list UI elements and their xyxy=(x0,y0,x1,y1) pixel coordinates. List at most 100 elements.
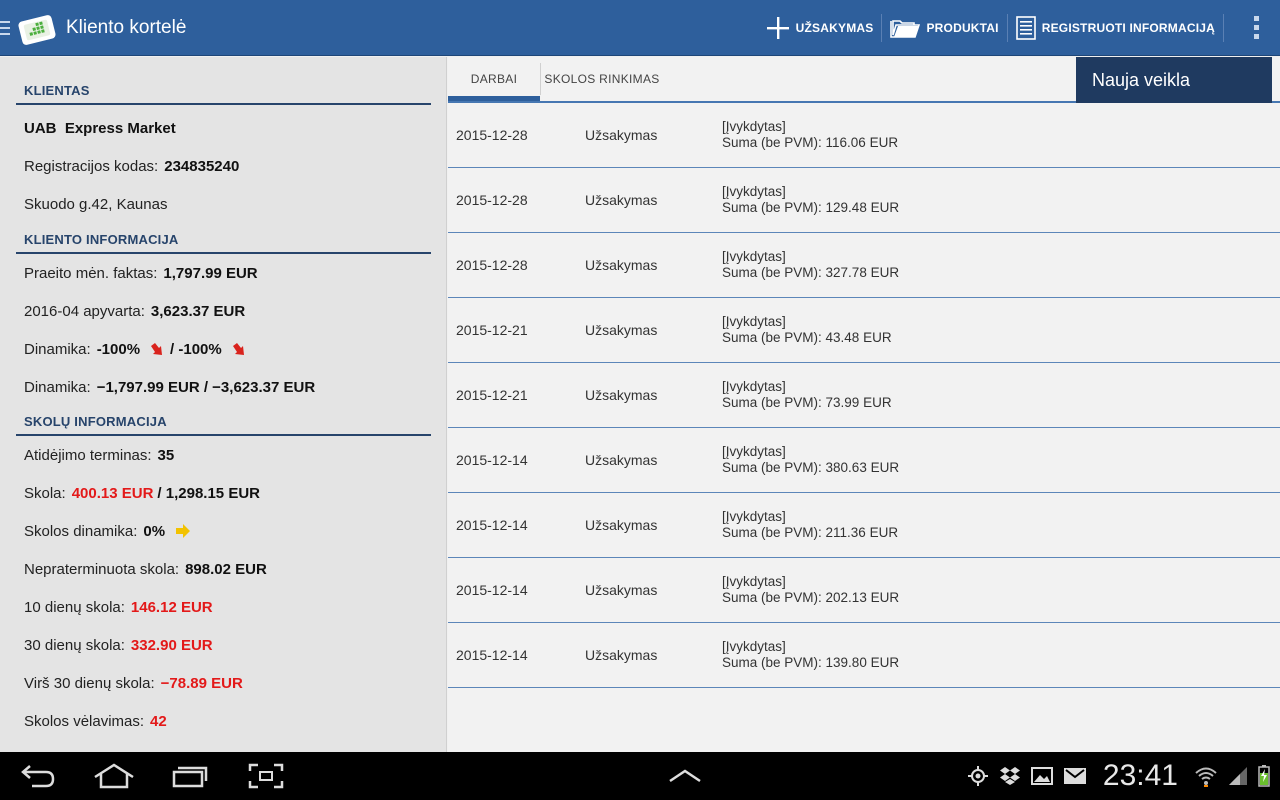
debt-value-overdue: 400.13 EUR xyxy=(71,484,154,502)
back-button[interactable] xyxy=(0,752,76,800)
debt-30-days-label: 30 dienų skola: xyxy=(24,636,125,654)
activity-row[interactable]: 2015-12-14 Užsakymas [Įvykdytas] Suma (be P… xyxy=(448,558,1280,623)
activity-date: 2015-12-28 xyxy=(456,257,528,273)
activity-list: 2015-12-28 Užsakymas [Įvykdytas] Suma (be P… xyxy=(448,103,1280,688)
system-bar: 23:41 xyxy=(0,752,1280,800)
activity-date: 2015-12-28 xyxy=(456,127,528,143)
debt-delay-label: Skolos vėlavimas: xyxy=(24,712,145,730)
client-name: UAB Express Market xyxy=(0,109,446,147)
debt-delay-row: Skolos vėlavimas: 42 xyxy=(0,702,446,740)
activity-row[interactable]: 2015-12-14 Užsakymas [Įvykdytas] Suma (be P… xyxy=(448,493,1280,558)
overflow-menu-icon[interactable] xyxy=(1232,0,1280,55)
home-button[interactable] xyxy=(76,752,152,800)
arrow-down-red-icon xyxy=(151,343,163,355)
activity-description: [Įvykdytas] Suma (be PVM): 116.06 EUR xyxy=(722,119,898,151)
clock: 23:41 xyxy=(1102,759,1178,792)
home-icon xyxy=(94,763,134,789)
last-month-row: Praeito mėn. faktas: 1,797.99 EUR xyxy=(0,254,446,292)
order-button-label: UŽSAKYMAS xyxy=(795,20,874,35)
unexpired-debt-label: Nepraterminuota skola: xyxy=(24,560,180,578)
activity-row[interactable]: 2015-12-14 Užsakymas [Įvykdytas] Suma (be P… xyxy=(448,428,1280,493)
drawer-icon[interactable] xyxy=(0,18,12,38)
activity-row[interactable]: 2015-12-28 Užsakymas [Įvykdytas] Suma (be P… xyxy=(448,103,1280,168)
activity-status: [Įvykdytas] xyxy=(722,249,786,264)
folder-icon xyxy=(890,19,921,38)
debt-value-total: / 1,298.15 EUR xyxy=(157,484,260,502)
new-activity-menu-item[interactable]: Nauja veikla xyxy=(1076,57,1272,103)
up-chevron-button[interactable] xyxy=(647,752,723,800)
client-name-value: UAB Express Market xyxy=(24,119,176,137)
tab-debt-collection[interactable]: SKOLOS RINKIMAS xyxy=(541,57,663,101)
activity-type: Užsakymas xyxy=(585,517,658,533)
register-info-button[interactable]: REGISTRUOTI INFORMACIJĄ xyxy=(1008,0,1223,55)
app-title: Kliento kortelė xyxy=(66,16,187,38)
debt-label: Skola: xyxy=(24,484,66,502)
activity-date: 2015-12-14 xyxy=(456,452,528,468)
activity-description: [Įvykdytas] Suma (be PVM): 43.48 EUR xyxy=(722,314,892,346)
tab-works[interactable]: DARBAI xyxy=(448,57,540,101)
activity-sum: Suma (be PVM): 129.48 EUR xyxy=(722,200,900,215)
activity-row[interactable]: 2015-12-21 Užsakymas [Įvykdytas] Suma (be P… xyxy=(448,298,1280,363)
recent-apps-button[interactable] xyxy=(152,752,228,800)
activity-type: Užsakymas xyxy=(585,257,658,273)
activity-type: Užsakymas xyxy=(585,192,658,208)
last-month-value: 1,797.99 EUR xyxy=(163,264,258,282)
debt-30-days-value: 332.90 EUR xyxy=(130,636,213,654)
reg-code-value: 234835240 xyxy=(164,157,240,175)
activity-status: [Įvykdytas] xyxy=(722,379,786,394)
products-button[interactable]: PRODUKTAI xyxy=(882,0,1006,55)
products-button-label: PRODUKTAI xyxy=(926,20,999,35)
activity-description: [Įvykdytas] Suma (be PVM): 139.80 EUR xyxy=(722,639,899,671)
debt-dynamics-value: 0% xyxy=(143,522,166,540)
client-details-pane: KLIENTAS UAB Express Market Registracijo… xyxy=(0,57,447,752)
dynamics-amt-label: Dinamika: xyxy=(24,378,91,396)
dynamics-pct-value-2: / -100% xyxy=(170,340,222,358)
back-icon xyxy=(21,765,55,788)
activity-sum: Suma (be PVM): 202.13 EUR xyxy=(722,590,900,605)
unexpired-debt-row: Nepraterminuota skola: 898.02 EUR xyxy=(0,550,446,588)
debt-dynamics-row: Skolos dinamika: 0% xyxy=(0,512,446,550)
reg-code-row: Registracijos kodas: 234835240 xyxy=(0,147,446,185)
dynamics-amt-row: Dinamika: −1,797.99 EUR / −3,623.37 EUR xyxy=(0,368,446,406)
activity-description: [Įvykdytas] Suma (be PVM): 327.78 EUR xyxy=(722,249,899,281)
tab-bar: DARBAI SKOLOS RINKIMAS Nauja veikla xyxy=(448,57,1280,103)
register-info-button-label: REGISTRUOTI INFORMACIJĄ xyxy=(1041,20,1215,35)
activity-row[interactable]: 2015-12-28 Užsakymas [Įvykdytas] Suma (be P… xyxy=(448,233,1280,298)
section-header-debt-info: SKOLŲ INFORMACIJA xyxy=(16,414,431,436)
screenshot-button[interactable] xyxy=(228,752,304,800)
debt-over-30-label: Virš 30 dienų skola: xyxy=(24,674,155,692)
activity-row[interactable]: 2015-12-28 Užsakymas [Įvykdytas] Suma (be P… xyxy=(448,168,1280,233)
activity-sum: Suma (be PVM): 380.63 EUR xyxy=(722,460,900,475)
app-logo-icon[interactable] xyxy=(16,10,58,46)
section-header-client-info: KLIENTO INFORMACIJA xyxy=(16,232,431,254)
dynamics-amt-value: −1,797.99 EUR / −3,623.37 EUR xyxy=(96,378,316,396)
activity-description: [Įvykdytas] Suma (be PVM): 211.36 EUR xyxy=(722,509,898,541)
activity-type: Užsakymas xyxy=(585,127,658,143)
activity-row[interactable]: 2015-12-21 Užsakymas [Įvykdytas] Suma (be P… xyxy=(448,363,1280,428)
wifi-icon xyxy=(1195,767,1217,787)
activity-sum: Suma (be PVM): 327.78 EUR xyxy=(722,265,900,280)
gps-icon xyxy=(967,766,988,786)
dynamics-pct-value-1: -100% xyxy=(96,340,141,358)
dynamics-pct-row: Dinamika: -100% / -100% xyxy=(0,330,446,368)
debt-dynamics-label: Skolos dinamika: xyxy=(24,522,138,540)
activity-row[interactable]: 2015-12-14 Užsakymas [Įvykdytas] Suma (be P… xyxy=(448,623,1280,688)
unexpired-debt-value: 898.02 EUR xyxy=(185,560,267,578)
last-month-label: Praeito mėn. faktas: xyxy=(24,264,158,282)
activity-sum: Suma (be PVM): 43.48 EUR xyxy=(722,330,892,345)
document-icon xyxy=(1015,15,1036,40)
debt-30-days-row: 30 dienų skola: 332.90 EUR xyxy=(0,626,446,664)
dropbox-icon xyxy=(999,767,1020,785)
activities-pane: DARBAI SKOLOS RINKIMAS Nauja veikla 2015… xyxy=(448,57,1280,752)
activity-status: [Įvykdytas] xyxy=(722,119,786,134)
debt-10-days-value: 146.12 EUR xyxy=(130,598,213,616)
activity-type: Užsakymas xyxy=(585,322,658,338)
gallery-icon xyxy=(1030,767,1053,785)
activity-description: [Įvykdytas] Suma (be PVM): 380.63 EUR xyxy=(722,444,899,476)
order-button[interactable]: UŽSAKYMAS xyxy=(758,0,882,55)
up-chevron-icon xyxy=(669,769,702,783)
signal-icon xyxy=(1229,767,1247,785)
activity-date: 2015-12-14 xyxy=(456,582,528,598)
recent-apps-icon xyxy=(172,766,208,788)
dynamics-pct-label: Dinamika: xyxy=(24,340,91,358)
